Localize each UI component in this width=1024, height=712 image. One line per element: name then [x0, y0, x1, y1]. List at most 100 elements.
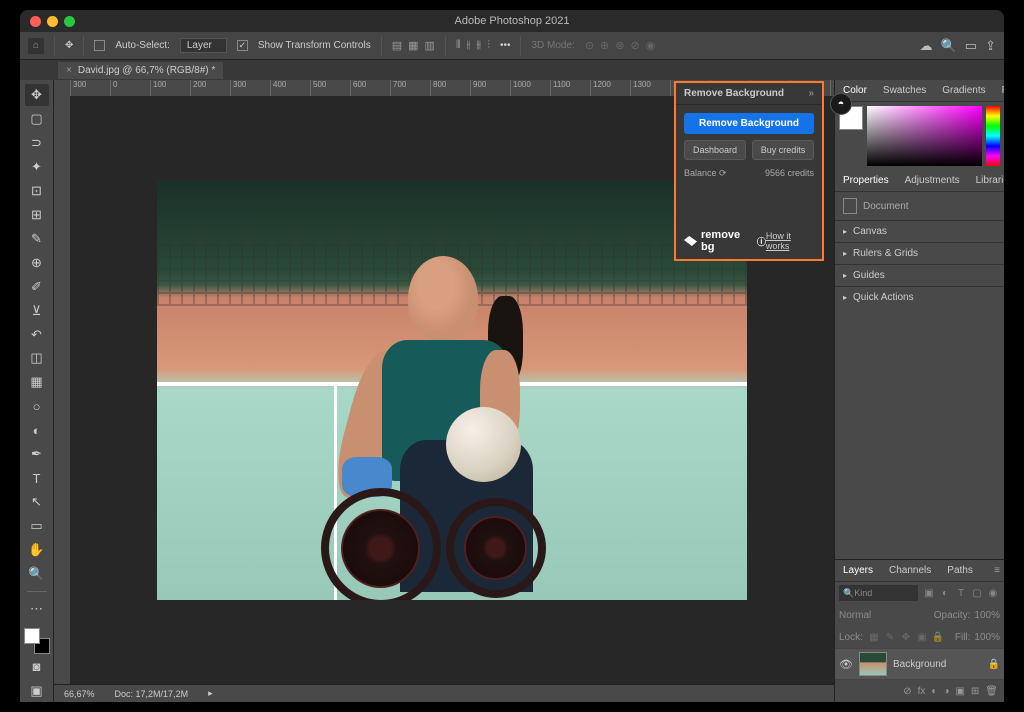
how-it-works-link[interactable]: How it works: [766, 231, 814, 251]
workspace-icon[interactable]: ▭: [965, 38, 977, 54]
accord-rulers[interactable]: Rulers & Grids: [835, 242, 1004, 264]
delete-icon[interactable]: 🗑: [985, 686, 998, 697]
auto-select-label: Auto-Select:: [115, 40, 169, 51]
fill-value[interactable]: 100%: [974, 632, 1000, 643]
status-bar: 66,67% Doc: 17,2M/17,2M ▸: [54, 684, 834, 702]
quickmask-tool[interactable]: ◙: [25, 656, 49, 678]
share-icon[interactable]: ⇪: [985, 38, 996, 54]
color-field[interactable]: [867, 106, 982, 166]
fill-label: Fill:: [955, 632, 971, 643]
move-tool-icon: ✥: [65, 40, 73, 51]
document-label: Document: [863, 201, 909, 212]
color-swatches[interactable]: [24, 628, 50, 654]
3d-icons: ⊙⊕⊗⊘◉: [585, 39, 655, 52]
frame-tool[interactable]: ⊞: [25, 204, 49, 226]
blend-mode-select[interactable]: Normal: [839, 610, 871, 621]
foreground-color[interactable]: [24, 628, 40, 644]
type-tool[interactable]: T: [25, 467, 49, 489]
layer-thumbnail: [859, 652, 887, 676]
tab-properties[interactable]: Properties: [839, 173, 893, 188]
document-icon: [843, 198, 857, 214]
hand-tool[interactable]: ✋: [25, 539, 49, 561]
adjustment-icon[interactable]: ◑: [943, 686, 949, 697]
accord-guides[interactable]: Guides: [835, 264, 1004, 286]
pen-tool[interactable]: ✒: [25, 443, 49, 465]
layer-name[interactable]: Background: [893, 659, 946, 670]
lock-icon[interactable]: 🔒: [988, 659, 1000, 670]
move-tool[interactable]: ✥: [25, 84, 49, 106]
eraser-tool[interactable]: ◫: [25, 347, 49, 369]
panel-menu-icon[interactable]: ≡: [994, 565, 1000, 576]
brush-tool[interactable]: ✐: [25, 276, 49, 298]
link-icon[interactable]: ⊘: [903, 686, 911, 697]
properties-doc-row: Document: [835, 192, 1004, 220]
app-title: Adobe Photoshop 2021: [20, 15, 1004, 27]
color-picker[interactable]: [835, 102, 1004, 170]
layers-panel: Layers Channels Paths ≡ 🔍 Kind ▣◐T▢◉ Nor…: [835, 559, 1004, 702]
opacity-value[interactable]: 100%: [974, 610, 1000, 621]
home-icon[interactable]: ⌂: [28, 38, 44, 54]
doc-size: Doc: 17,2M/17,2M: [115, 689, 189, 699]
lasso-tool[interactable]: ⊃: [25, 132, 49, 154]
hue-slider[interactable]: [986, 106, 1000, 166]
blur-tool[interactable]: ○: [25, 395, 49, 417]
remove-bg-panel: ◓ Remove Background » Remove Background …: [674, 81, 824, 261]
accord-quick-actions[interactable]: Quick Actions: [835, 286, 1004, 308]
tab-layers[interactable]: Layers: [839, 563, 877, 578]
zoom-level[interactable]: 66,67%: [64, 689, 95, 699]
search-icon[interactable]: 🔍: [941, 38, 957, 54]
options-bar: ⌂ ✥ Auto-Select: Layer Show Transform Co…: [20, 32, 1004, 60]
fx-icon[interactable]: fx: [918, 686, 926, 697]
show-transform-checkbox[interactable]: [237, 40, 248, 51]
close-tab-icon[interactable]: ×: [66, 65, 72, 76]
auto-select-dropdown[interactable]: Layer: [180, 38, 227, 53]
dashboard-button[interactable]: Dashboard: [684, 140, 746, 160]
layer-filter-icons[interactable]: ▣◐T▢◉: [922, 588, 1000, 599]
dodge-tool[interactable]: ◐: [25, 419, 49, 441]
cloud-icon[interactable]: ☁: [920, 38, 933, 54]
tab-libraries[interactable]: Libraries: [972, 173, 1004, 188]
remove-background-button[interactable]: Remove Background: [684, 113, 814, 134]
eyedropper-tool[interactable]: ✎: [25, 228, 49, 250]
new-layer-icon[interactable]: ⊞: [971, 686, 979, 697]
titlebar: Adobe Photoshop 2021: [20, 10, 1004, 32]
lock-label: Lock:: [839, 632, 863, 643]
color-panel-tabs: Color Swatches Gradients Patterns: [835, 80, 1004, 102]
shape-tool[interactable]: ▭: [25, 515, 49, 537]
tab-paths[interactable]: Paths: [943, 563, 977, 578]
align-icons[interactable]: ▤▦▥: [392, 39, 435, 52]
wand-tool[interactable]: ✦: [25, 156, 49, 178]
plugin-header: Remove Background »: [676, 83, 822, 105]
accord-canvas[interactable]: Canvas: [835, 220, 1004, 242]
tab-adjustments[interactable]: Adjustments: [901, 173, 964, 188]
lock-icons[interactable]: ▦✎✥▣🔒: [867, 632, 945, 643]
gradient-tool[interactable]: ▦: [25, 371, 49, 393]
screenmode-tool[interactable]: ▣: [25, 680, 49, 702]
history-brush-tool[interactable]: ↶: [25, 324, 49, 346]
3d-mode-label: 3D Mode:: [531, 40, 574, 51]
layer-row[interactable]: 👁 Background 🔒: [835, 648, 1004, 680]
mask-icon[interactable]: ◐: [931, 686, 937, 697]
heal-tool[interactable]: ⊕: [25, 252, 49, 274]
zoom-tool[interactable]: 🔍: [25, 563, 49, 585]
auto-select-checkbox[interactable]: [94, 40, 105, 51]
buy-credits-button[interactable]: Buy credits: [752, 140, 814, 160]
status-chevron-icon[interactable]: ▸: [208, 688, 213, 699]
more-icon[interactable]: •••: [500, 40, 511, 51]
collapse-icon[interactable]: »: [808, 88, 814, 99]
plugin-icon[interactable]: ◓: [830, 93, 852, 115]
stamp-tool[interactable]: ⊻: [25, 300, 49, 322]
layer-filter[interactable]: 🔍 Kind: [839, 585, 918, 601]
path-tool[interactable]: ↖: [25, 491, 49, 513]
document-tab[interactable]: × David.jpg @ 66,7% (RGB/8#) *: [58, 62, 223, 79]
group-icon[interactable]: ▣: [955, 686, 964, 697]
tab-swatches[interactable]: Swatches: [879, 83, 930, 98]
tab-patterns[interactable]: Patterns: [998, 83, 1004, 98]
tab-channels[interactable]: Channels: [885, 563, 935, 578]
marquee-tool[interactable]: ▢: [25, 108, 49, 130]
edit-toolbar-icon[interactable]: ⋯: [25, 598, 49, 620]
distribute-icons[interactable]: ⫴⫲⫵⫶: [456, 39, 490, 52]
visibility-icon[interactable]: 👁: [839, 658, 853, 671]
tab-gradients[interactable]: Gradients: [938, 83, 989, 98]
crop-tool[interactable]: ⊡: [25, 180, 49, 202]
